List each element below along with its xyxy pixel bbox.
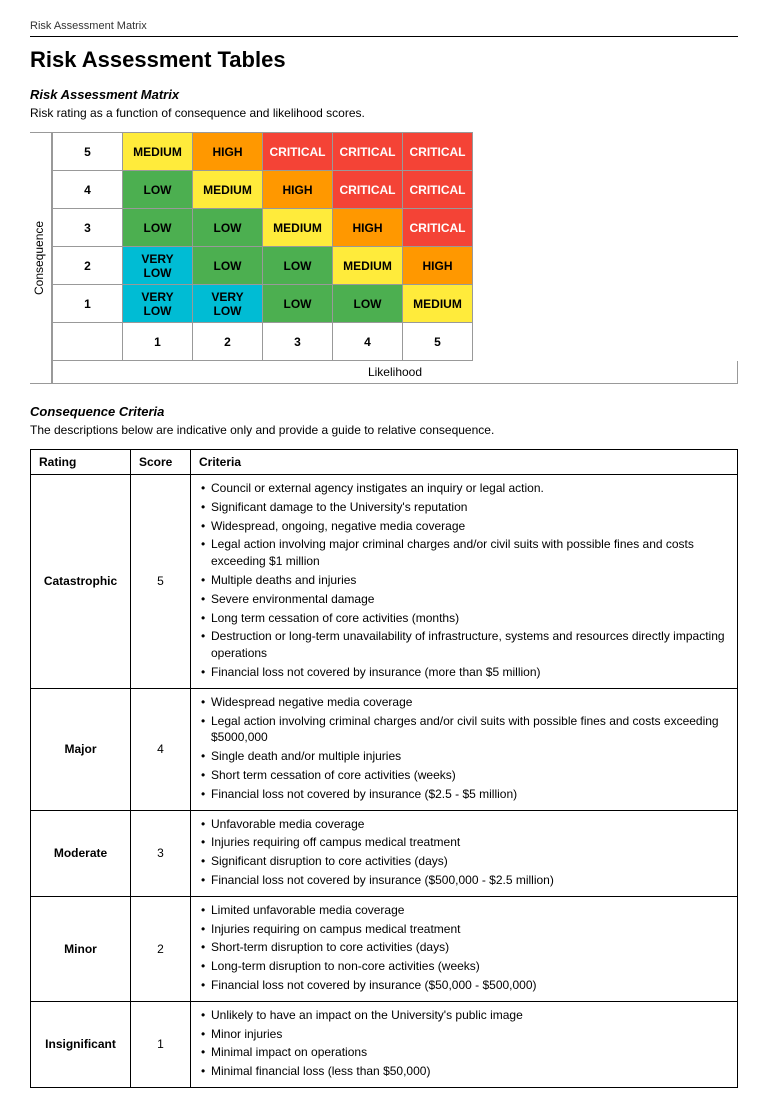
matrix-section-title: Risk Assessment Matrix xyxy=(30,87,738,102)
matrix-table: 5MEDIUMHIGHCRITICALCRITICALCRITICAL4LOWM… xyxy=(52,132,473,361)
criteria-list-item: Limited unfavorable media coverage xyxy=(199,902,729,919)
criteria-list-item: Widespread, ongoing, negative media cove… xyxy=(199,518,729,535)
matrix-cell: LOW xyxy=(333,285,403,323)
matrix-cell: CRITICAL xyxy=(403,209,473,247)
criteria-list-cell: Limited unfavorable media coverage Injuri… xyxy=(191,896,738,1001)
matrix-cell: VERY LOW xyxy=(123,285,193,323)
matrix-cell: MEDIUM xyxy=(123,133,193,171)
consequence-row-label: 5 xyxy=(53,133,123,171)
matrix-cell: HIGH xyxy=(193,133,263,171)
likelihood-value-cell: 4 xyxy=(333,323,403,361)
criteria-row: Moderate3Unfavorable media coverageInjur… xyxy=(31,810,738,896)
col-header-criteria: Criteria xyxy=(191,450,738,475)
criteria-score: 3 xyxy=(131,810,191,896)
criteria-list-item: Legal action involving criminal charges … xyxy=(199,713,729,747)
matrix-cell: CRITICAL xyxy=(263,133,333,171)
criteria-list-item: Financial loss not covered by insurance … xyxy=(199,872,729,889)
criteria-list-item: Unfavorable media coverage xyxy=(199,816,729,833)
consequence-axis-label: Consequence xyxy=(30,132,52,384)
page-header: Risk Assessment Matrix xyxy=(30,20,738,37)
matrix-cell: VERY LOW xyxy=(123,247,193,285)
criteria-list-item: Injuries requiring off campus medical tr… xyxy=(199,834,729,851)
matrix-cell: MEDIUM xyxy=(333,247,403,285)
page-title: Risk Assessment Tables xyxy=(30,47,738,73)
criteria-score: 4 xyxy=(131,688,191,810)
likelihood-axis-label: Likelihood xyxy=(52,361,738,384)
criteria-list-item: Council or external agency instigates an… xyxy=(199,480,729,497)
consequence-row-label: 3 xyxy=(53,209,123,247)
likelihood-value-cell: 2 xyxy=(193,323,263,361)
criteria-list-item: Long term cessation of core activities (… xyxy=(199,610,729,627)
criteria-list-item: Short-term disruption to core activities… xyxy=(199,939,729,956)
criteria-list-item: Minimal impact on operations xyxy=(199,1044,729,1061)
criteria-list-item: Single death and/or multiple injuries xyxy=(199,748,729,765)
col-header-score: Score xyxy=(131,450,191,475)
criteria-rating: Minor xyxy=(31,896,131,1001)
matrix-section-desc: Risk rating as a function of consequence… xyxy=(30,106,738,120)
criteria-rating: Major xyxy=(31,688,131,810)
criteria-list-item: Minor injuries xyxy=(199,1026,729,1043)
likelihood-value-cell: 5 xyxy=(403,323,473,361)
matrix-cell: LOW xyxy=(263,247,333,285)
criteria-list-item: Minimal financial loss (less than $50,00… xyxy=(199,1063,729,1080)
criteria-section-title: Consequence Criteria xyxy=(30,404,738,419)
criteria-row: Minor2Limited unfavorable media coverage… xyxy=(31,896,738,1001)
matrix-cell: LOW xyxy=(263,285,333,323)
consequence-row-label: 1 xyxy=(53,285,123,323)
criteria-score: 5 xyxy=(131,475,191,689)
criteria-list-item: Multiple deaths and injuries xyxy=(199,572,729,589)
matrix-cell: HIGH xyxy=(333,209,403,247)
consequence-row-label: 4 xyxy=(53,171,123,209)
matrix-cell: VERY LOW xyxy=(193,285,263,323)
criteria-list-cell: Widespread negative media coverage Legal … xyxy=(191,688,738,810)
matrix-cell: CRITICAL xyxy=(403,171,473,209)
likelihood-value-cell: 3 xyxy=(263,323,333,361)
matrix-cell: MEDIUM xyxy=(263,209,333,247)
col-header-rating: Rating xyxy=(31,450,131,475)
criteria-rating: Moderate xyxy=(31,810,131,896)
criteria-list-item: Long-term disruption to non-core activit… xyxy=(199,958,729,975)
criteria-list-item: Financial loss not covered by insurance … xyxy=(199,664,729,681)
matrix-cell: CRITICAL xyxy=(333,133,403,171)
criteria-list-item: Significant disruption to core activitie… xyxy=(199,853,729,870)
matrix-cell: LOW xyxy=(123,171,193,209)
matrix-cell: LOW xyxy=(193,247,263,285)
criteria-list-item: Financial loss not covered by insurance … xyxy=(199,786,729,803)
criteria-row: Major4Widespread negative media coverage… xyxy=(31,688,738,810)
criteria-score: 1 xyxy=(131,1001,191,1087)
likelihood-value-cell: 1 xyxy=(123,323,193,361)
criteria-list-item: Destruction or long-term unavailability … xyxy=(199,628,729,662)
criteria-list-item: Short term cessation of core activities … xyxy=(199,767,729,784)
matrix-cell: HIGH xyxy=(403,247,473,285)
criteria-list-item: Injuries requiring on campus medical tre… xyxy=(199,921,729,938)
matrix-corner-cell xyxy=(53,323,123,361)
breadcrumb: Risk Assessment Matrix xyxy=(30,20,147,32)
criteria-score: 2 xyxy=(131,896,191,1001)
criteria-list-item: Unlikely to have an impact on the Univer… xyxy=(199,1007,729,1024)
criteria-row: Catastrophic5 Council or external agency … xyxy=(31,475,738,689)
criteria-list-item: Legal action involving major criminal ch… xyxy=(199,536,729,570)
matrix-cell: CRITICAL xyxy=(333,171,403,209)
risk-matrix: Consequence 5MEDIUMHIGHCRITICALCRITICALC… xyxy=(30,132,738,384)
criteria-list-cell: Council or external agency instigates an… xyxy=(191,475,738,689)
criteria-rating: Catastrophic xyxy=(31,475,131,689)
criteria-list-item: Severe environmental damage xyxy=(199,591,729,608)
criteria-list-item: Widespread negative media coverage xyxy=(199,694,729,711)
matrix-cell: CRITICAL xyxy=(403,133,473,171)
criteria-section-desc: The descriptions below are indicative on… xyxy=(30,423,738,437)
criteria-list-item: Financial loss not covered by insurance … xyxy=(199,977,729,994)
matrix-cell: MEDIUM xyxy=(403,285,473,323)
criteria-row: Insignificant1 Unlikely to have an impact… xyxy=(31,1001,738,1087)
consequence-row-label: 2 xyxy=(53,247,123,285)
matrix-cell: LOW xyxy=(193,209,263,247)
criteria-rating: Insignificant xyxy=(31,1001,131,1087)
consequence-criteria-table: Rating Score Criteria Catastrophic5 Counc… xyxy=(30,449,738,1088)
matrix-cell: MEDIUM xyxy=(193,171,263,209)
criteria-list-cell: Unlikely to have an impact on the Univer… xyxy=(191,1001,738,1087)
matrix-cell: LOW xyxy=(123,209,193,247)
criteria-list-cell: Unfavorable media coverageInjuries requi… xyxy=(191,810,738,896)
matrix-cell: HIGH xyxy=(263,171,333,209)
criteria-list-item: Significant damage to the University's r… xyxy=(199,499,729,516)
